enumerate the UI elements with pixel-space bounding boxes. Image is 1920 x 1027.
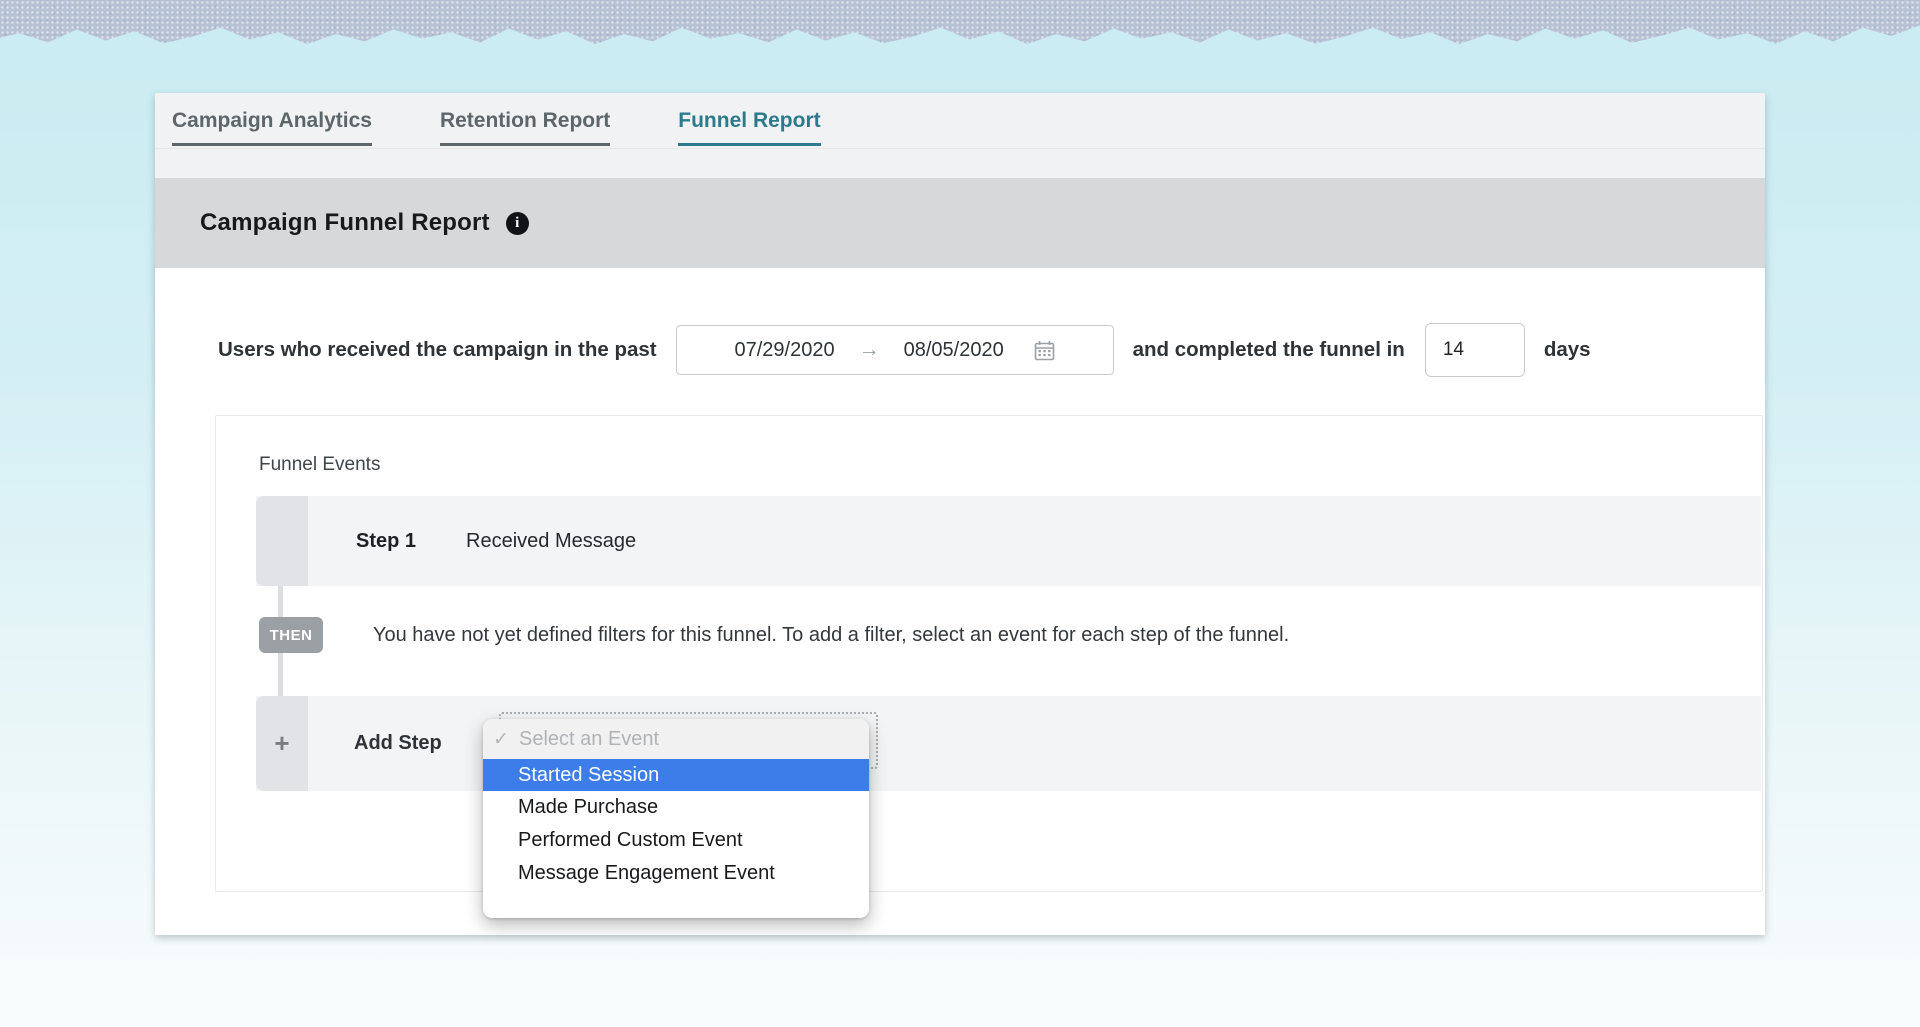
dropdown-option-placeholder[interactable]: ✓ Select an Event <box>483 719 869 759</box>
dropdown-option-message-engagement-event[interactable]: Message Engagement Event <box>483 857 869 890</box>
dropdown-placeholder-label: Select an Event <box>519 728 659 751</box>
event-select-dropdown: ✓ Select an Event Started Session Made P… <box>483 719 869 918</box>
sentence-suffix: days <box>1544 338 1591 362</box>
funnel-filter-sentence: Users who received the campaign in the p… <box>218 323 1591 377</box>
step-number-label: Step 1 <box>356 530 416 553</box>
funnel-events-panel: Funnel Events Step 1 Received Message TH… <box>215 415 1763 892</box>
tab-retention-report[interactable]: Retention Report <box>440 109 610 146</box>
add-step-label: Add Step <box>354 732 442 755</box>
tab-funnel-report[interactable]: Funnel Report <box>678 109 820 146</box>
dropdown-option-started-session[interactable]: Started Session <box>483 759 869 791</box>
checkmark-icon: ✓ <box>493 728 507 751</box>
tab-bar: Campaign Analytics Retention Report Funn… <box>155 93 1765 178</box>
then-badge: THEN <box>259 617 323 653</box>
sentence-middle: and completed the funnel in <box>1133 338 1405 362</box>
step-drag-handle[interactable] <box>256 496 308 586</box>
plus-icon: + <box>274 728 289 759</box>
info-icon[interactable]: i <box>506 212 529 235</box>
calendar-icon[interactable] <box>1034 340 1055 361</box>
tab-campaign-analytics[interactable]: Campaign Analytics <box>172 109 372 146</box>
report-header: Campaign Funnel Report i <box>155 178 1765 268</box>
dropdown-option-made-purchase[interactable]: Made Purchase <box>483 791 869 824</box>
panel-title: Funnel Events <box>259 454 380 476</box>
arrow-right-icon: → <box>859 338 880 362</box>
funnel-step-row: Step 1 Received Message <box>256 496 1761 586</box>
add-step-plus-button[interactable]: + <box>256 696 308 791</box>
page-title: Campaign Funnel Report <box>200 209 490 237</box>
dropdown-option-performed-custom-event[interactable]: Performed Custom Event <box>483 824 869 857</box>
days-input[interactable]: 14 <box>1425 323 1525 377</box>
step-event-name: Received Message <box>466 530 636 553</box>
date-start-value: 07/29/2020 <box>735 339 835 362</box>
torn-screenshot-edge <box>0 0 1920 46</box>
report-card: Campaign Analytics Retention Report Funn… <box>155 93 1765 935</box>
filters-empty-message: You have not yet defined filters for thi… <box>373 617 1289 653</box>
sentence-prefix: Users who received the campaign in the p… <box>218 338 657 362</box>
date-end-value: 08/05/2020 <box>904 339 1004 362</box>
add-step-row: + Add Step <box>256 696 1761 791</box>
date-range-input[interactable]: 07/29/2020 → 08/05/2020 <box>676 325 1114 375</box>
